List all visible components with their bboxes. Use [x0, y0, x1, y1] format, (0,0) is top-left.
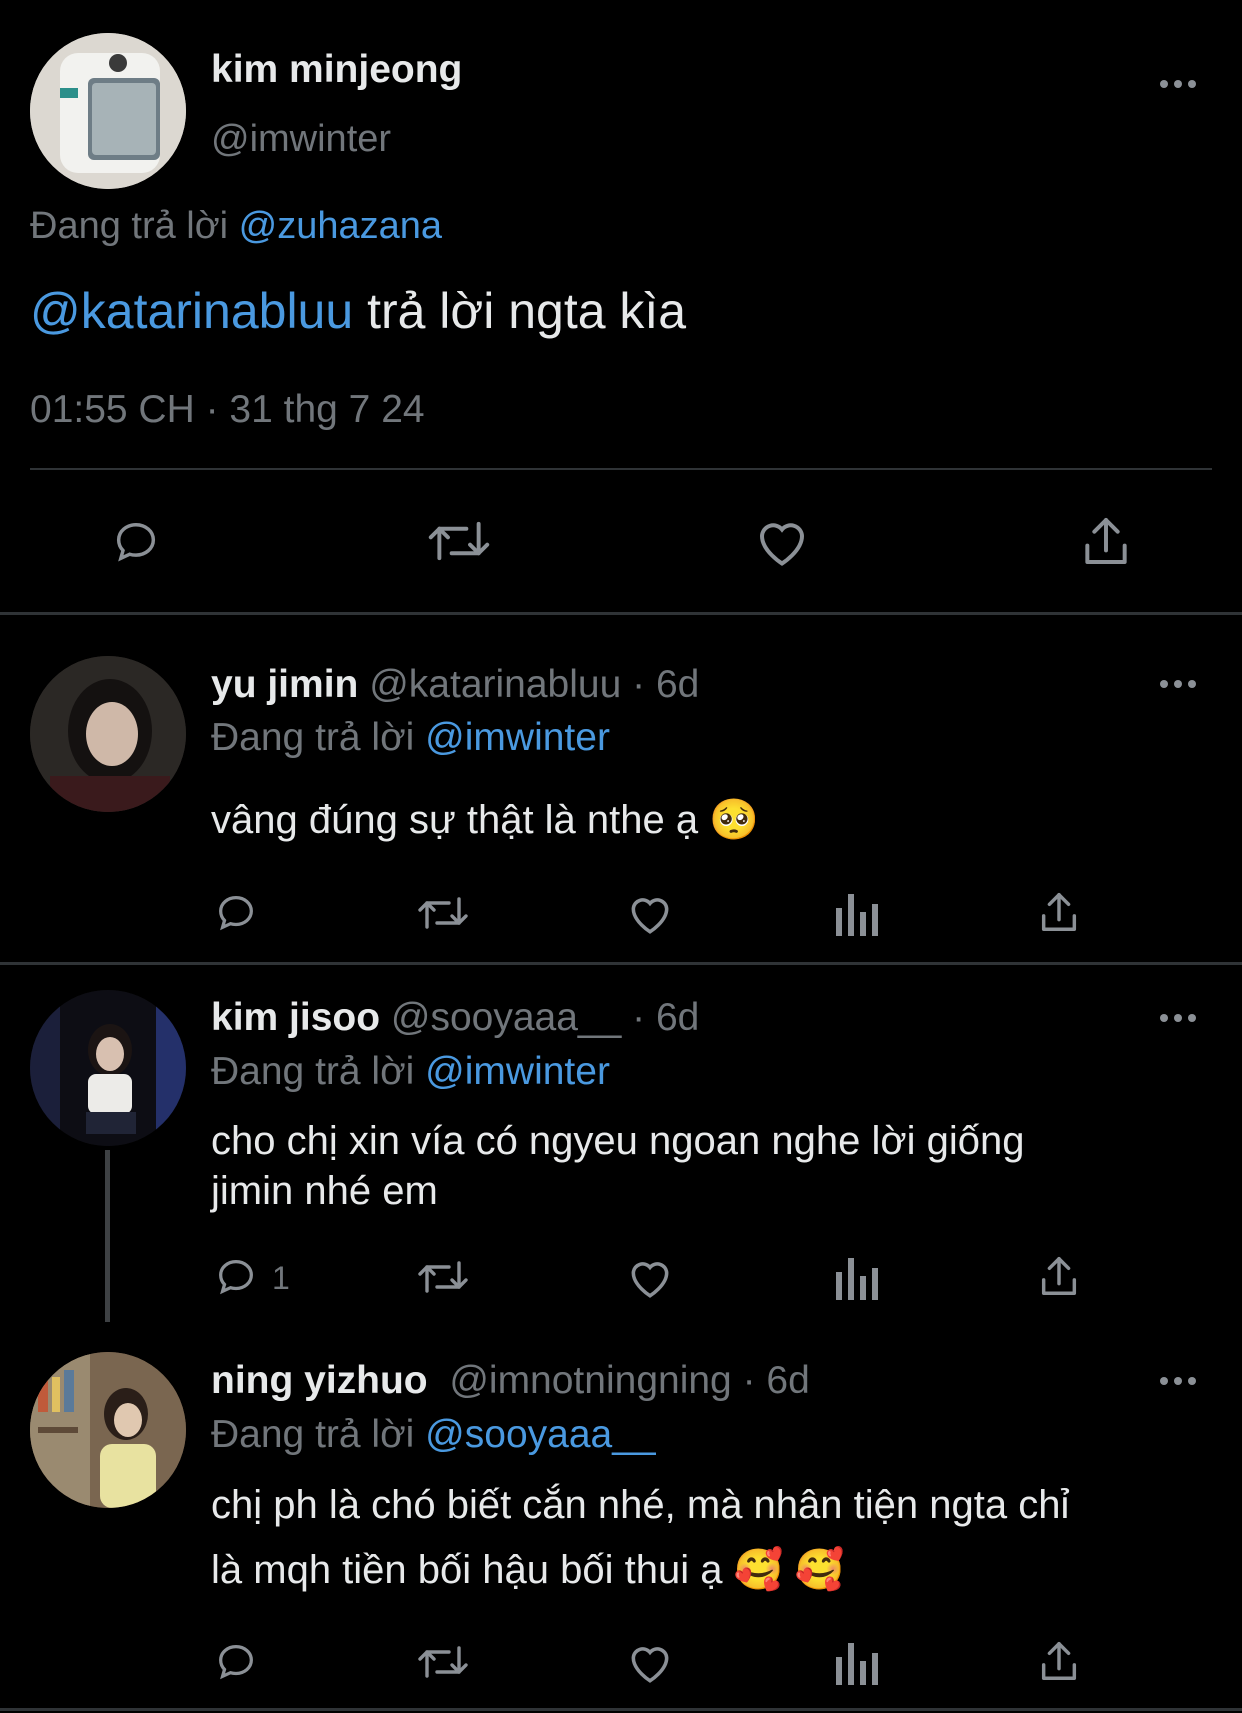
avatar-camera-image: [30, 33, 186, 189]
reply-count: 1: [272, 1260, 290, 1296]
post-time[interactable]: · 6d: [632, 663, 699, 706]
like-icon[interactable]: [752, 513, 812, 569]
share-icon[interactable]: [1036, 1252, 1082, 1300]
author-handle[interactable]: @imnotningning: [449, 1359, 731, 1402]
retweet-icon[interactable]: [414, 1255, 472, 1299]
post-time[interactable]: · 6d: [632, 996, 699, 1039]
tweet-separator: [0, 1708, 1242, 1711]
retweet-icon[interactable]: [414, 891, 472, 935]
more-icon[interactable]: [1160, 1011, 1200, 1025]
author-name[interactable]: kim minjeong: [211, 48, 462, 92]
mention-link[interactable]: @katarinabluu: [30, 283, 353, 339]
author-name[interactable]: kim jisoo: [211, 996, 380, 1039]
tweet-body: trả lời ngta kìa: [353, 283, 687, 339]
avatar-kim-minjeong[interactable]: [30, 33, 186, 189]
reply-icon[interactable]: [212, 1638, 260, 1684]
retweet-icon[interactable]: [414, 1640, 472, 1684]
author-handle[interactable]: @imwinter: [211, 118, 391, 161]
reply-text-line-1: cho chị xin vía có ngyeu ngoan nghe lời …: [211, 1119, 1025, 1163]
avatar-portrait-image: [30, 656, 186, 812]
replying-to-link[interactable]: @sooyaaa__: [425, 1413, 655, 1456]
avatar-portrait-image: [30, 1352, 186, 1508]
tweet-text: @katarinabluu trả lời ngta kìa: [30, 282, 686, 340]
thread-line: [105, 1150, 110, 1322]
replying-prefix: Đang trả lời: [211, 1050, 415, 1093]
share-icon[interactable]: [1036, 888, 1082, 936]
reply-icon[interactable]: [212, 1253, 260, 1299]
tweet-timestamp[interactable]: 01:55 CH · 31 thg 7 24: [30, 388, 425, 432]
replying-to-link[interactable]: @zuhazana: [239, 205, 442, 247]
avatar-portrait-image: [30, 990, 186, 1146]
replying-to-line: Đang trả lời @sooyaaa__: [211, 1413, 656, 1457]
replying-to-link[interactable]: @imwinter: [425, 1050, 610, 1093]
reply-text-line-2: là mqh tiền bối hậu bối thui ạ 🥰 🥰: [211, 1548, 845, 1592]
replying-prefix: Đang trả lời: [211, 1413, 415, 1456]
views-icon[interactable]: [834, 892, 878, 936]
avatar-ning-yizhuo[interactable]: [30, 1352, 186, 1508]
share-icon[interactable]: [1078, 512, 1134, 570]
author-name[interactable]: yu jimin: [211, 663, 358, 706]
retweet-icon[interactable]: [424, 514, 494, 568]
more-icon[interactable]: [1160, 677, 1200, 691]
replying-to-link[interactable]: @imwinter: [425, 716, 610, 759]
reply-text: vâng đúng sự thật là nthe ạ 🥺: [211, 798, 760, 842]
like-icon[interactable]: [625, 890, 675, 936]
like-icon[interactable]: [625, 1639, 675, 1685]
avatar-kim-jisoo[interactable]: [30, 990, 186, 1146]
post-time[interactable]: · 6d: [743, 1359, 810, 1402]
replying-to-line: Đang trả lời @imwinter: [211, 716, 610, 760]
like-icon[interactable]: [625, 1254, 675, 1300]
tweet-separator: [0, 612, 1242, 615]
share-icon[interactable]: [1036, 1637, 1082, 1685]
views-icon[interactable]: [834, 1641, 878, 1685]
reply-icon[interactable]: [108, 515, 164, 567]
reply-text-line-1: chị ph là chó biết cắn nhé, mà nhân tiện…: [211, 1483, 1070, 1527]
replying-to-line: Đang trả lời @imwinter: [211, 1050, 610, 1094]
more-icon[interactable]: [1160, 1374, 1200, 1388]
action-divider: [30, 468, 1212, 470]
author-name[interactable]: ning yizhuo: [211, 1359, 428, 1402]
author-handle[interactable]: @sooyaaa__: [391, 996, 621, 1039]
replying-to-line: Đang trả lời @zuhazana: [30, 205, 442, 248]
reply-2-header: kim jisoo @sooyaaa__ · 6d: [211, 996, 699, 1040]
tweet-separator: [0, 962, 1242, 965]
reply-3-header: ning yizhuo @imnotningning · 6d: [211, 1359, 810, 1403]
views-icon[interactable]: [834, 1256, 878, 1300]
author-handle[interactable]: @katarinabluu: [369, 663, 621, 706]
avatar-yu-jimin[interactable]: [30, 656, 186, 812]
reply-text-line-2: jimin nhé em: [211, 1169, 438, 1213]
reply-1-header: yu jimin @katarinabluu · 6d: [211, 663, 699, 707]
reply-icon[interactable]: [212, 889, 260, 935]
replying-prefix: Đang trả lời: [30, 205, 229, 247]
replying-prefix: Đang trả lời: [211, 716, 415, 759]
more-icon[interactable]: [1160, 77, 1200, 91]
